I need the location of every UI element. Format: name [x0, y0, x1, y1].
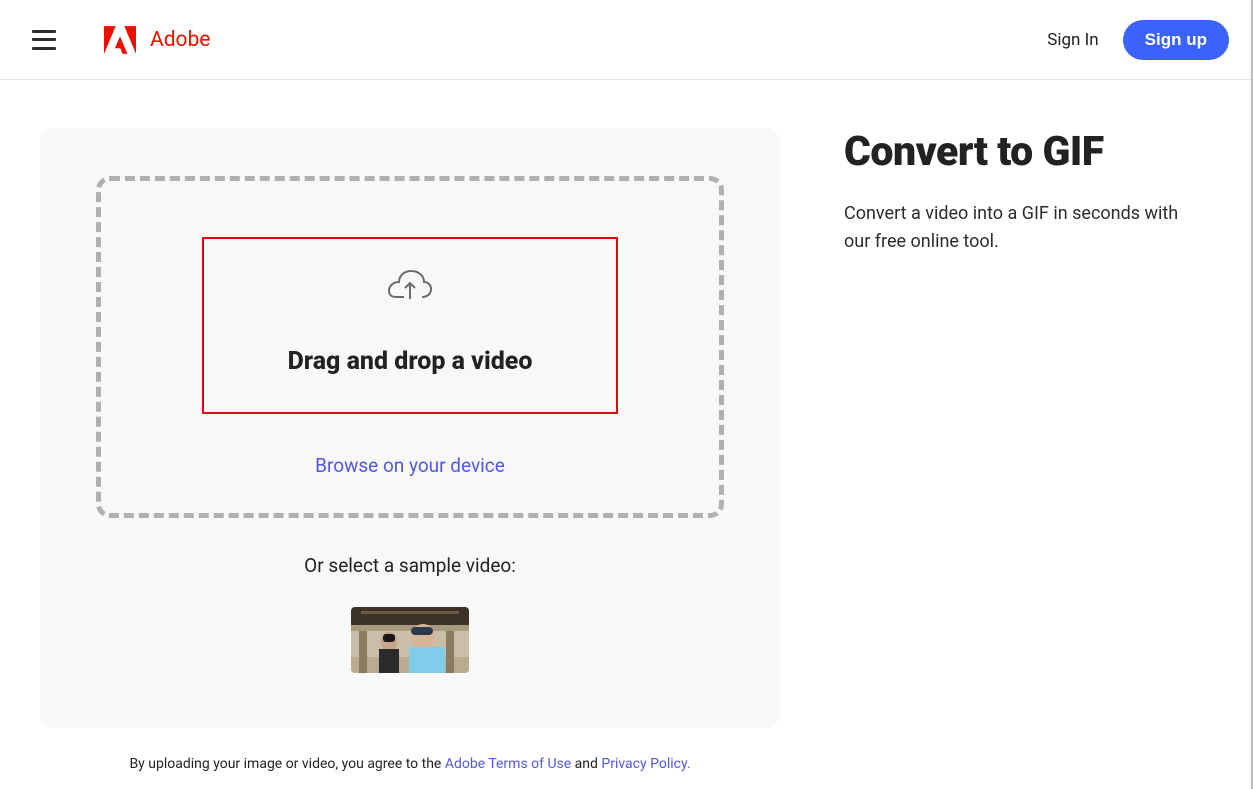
disclaimer-prefix: By uploading your image or video, you ag…	[129, 756, 444, 772]
browse-device-link[interactable]: Browse on your device	[121, 454, 699, 477]
main-content: Drag and drop a video Browse on your dev…	[0, 80, 1253, 772]
upload-card: Drag and drop a video Browse on your dev…	[40, 128, 780, 728]
signup-button[interactable]: Sign up	[1123, 20, 1229, 60]
dropzone[interactable]: Drag and drop a video Browse on your dev…	[96, 176, 724, 518]
upload-disclaimer: By uploading your image or video, you ag…	[40, 756, 780, 772]
terms-of-use-link[interactable]: Adobe Terms of Use	[445, 756, 571, 772]
sample-video-label: Or select a sample video:	[96, 554, 724, 577]
brand-logo[interactable]: Adobe	[104, 25, 210, 55]
hamburger-menu-icon[interactable]	[32, 30, 56, 50]
signin-link[interactable]: Sign In	[1047, 30, 1098, 50]
page-description: Convert a video into a GIF in seconds wi…	[844, 200, 1204, 256]
dropzone-highlight: Drag and drop a video	[202, 237, 618, 414]
page-title: Convert to GIF	[844, 128, 1213, 176]
drag-drop-label: Drag and drop a video	[224, 347, 596, 376]
sample-video-thumbnail[interactable]	[351, 607, 469, 673]
right-column: Convert to GIF Convert a video into a GI…	[844, 128, 1213, 772]
cloud-upload-icon	[387, 269, 433, 303]
adobe-logo-icon	[104, 25, 136, 55]
privacy-policy-link[interactable]: Privacy Policy.	[601, 756, 690, 772]
brand-name: Adobe	[150, 28, 210, 52]
disclaimer-middle: and	[571, 756, 601, 772]
header: Adobe Sign In Sign up	[0, 0, 1253, 80]
left-column: Drag and drop a video Browse on your dev…	[40, 128, 780, 772]
